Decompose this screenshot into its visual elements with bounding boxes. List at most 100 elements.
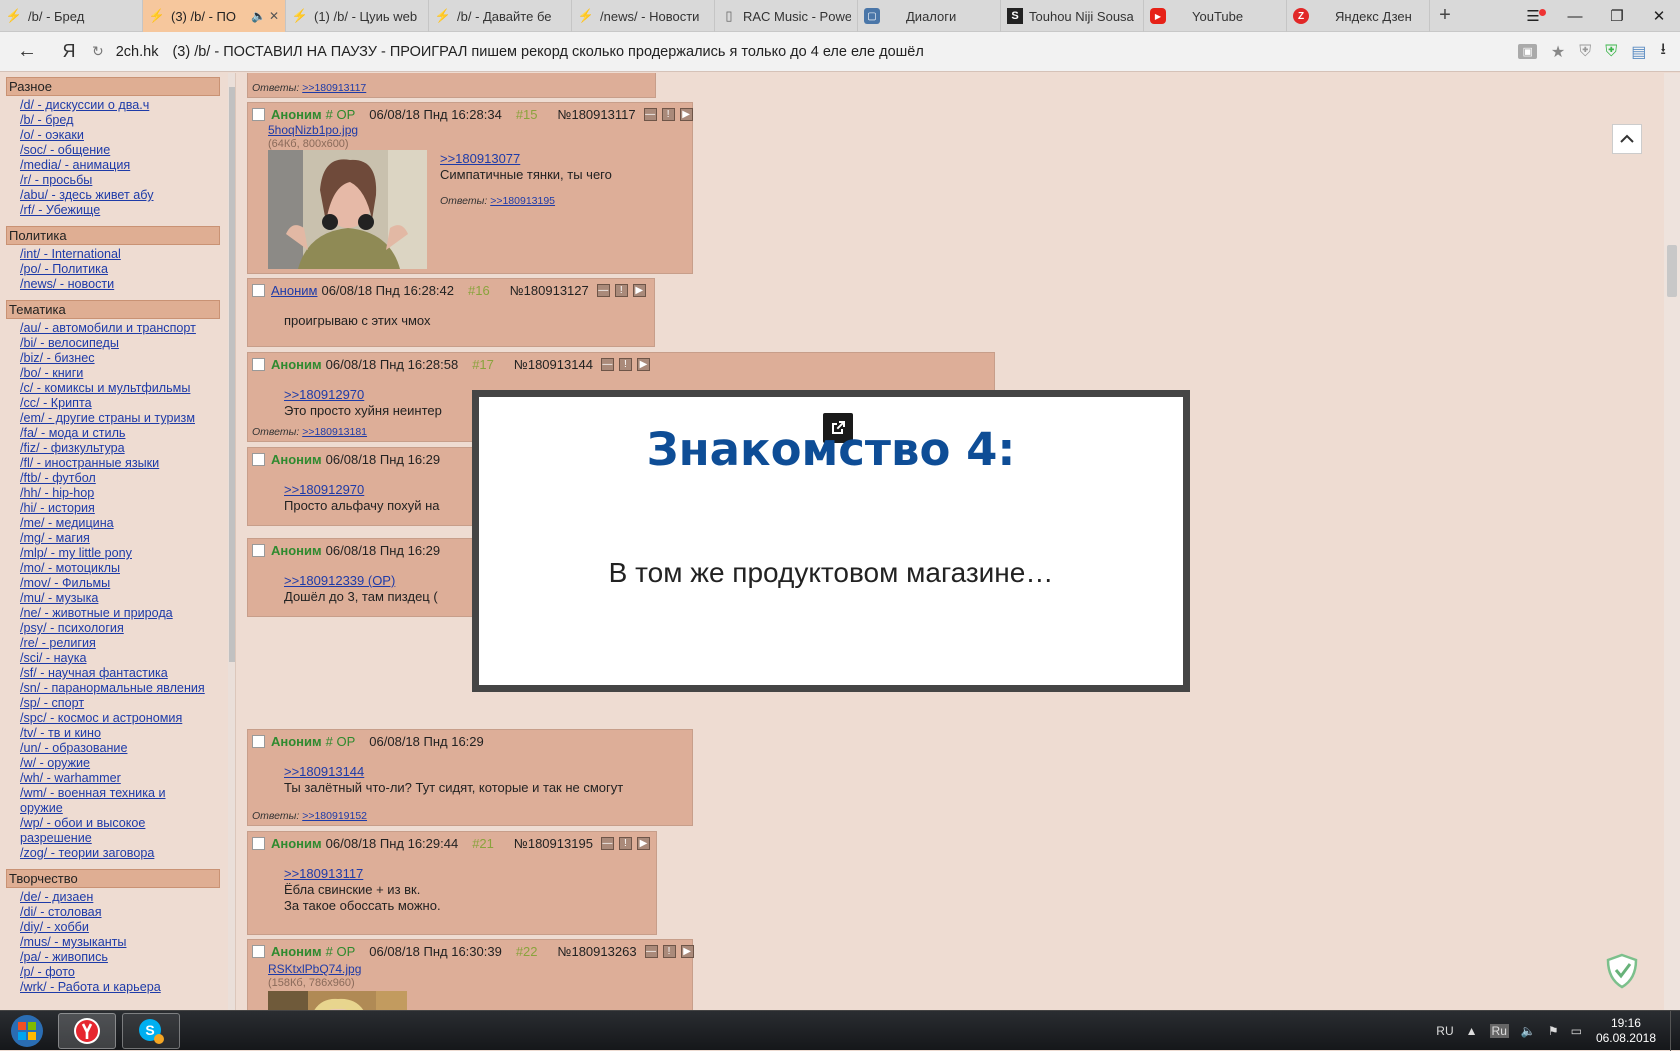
- action-center-icon[interactable]: ▭: [1571, 1024, 1582, 1038]
- sidebar-board-link[interactable]: /bi/ - велосипеды: [20, 336, 220, 351]
- sidebar-board-link[interactable]: /soc/ - общение: [20, 143, 220, 158]
- taskbar-clock[interactable]: 19:16 06.08.2018: [1596, 1016, 1656, 1046]
- sidebar-scrollbar[interactable]: [228, 73, 235, 1010]
- sidebar-board-link[interactable]: /abu/ - здесь живет абу: [20, 188, 220, 203]
- download-icon[interactable]: ⭳: [1660, 38, 1666, 65]
- tab-yandex-zen[interactable]: Z Яндекс Дзен: [1287, 0, 1430, 32]
- sidebar-board-link[interactable]: /w/ - оружие: [20, 756, 220, 771]
- sidebar-board-link[interactable]: /psy/ - психология: [20, 621, 220, 636]
- sidebar-board-link[interactable]: /au/ - автомобили и транспорт: [20, 321, 220, 336]
- report-icon[interactable]: !: [614, 284, 628, 297]
- sidebar-board-link[interactable]: /mg/ - магия: [20, 531, 220, 546]
- tab-news[interactable]: ⚡/news/ - Новости: [572, 0, 715, 32]
- tab-b-bred[interactable]: ⚡/b/ - Бред: [0, 0, 143, 32]
- menu-arrow-icon[interactable]: ▶: [679, 108, 693, 121]
- reply-link[interactable]: >>180913181: [302, 426, 367, 438]
- tab-active-thread[interactable]: ⚡ (3) /b/ - ПО 🔈 ✕: [143, 0, 286, 32]
- menu-arrow-icon[interactable]: ▶: [636, 837, 650, 850]
- page-scroll-thumb[interactable]: [1667, 245, 1677, 297]
- sidebar-board-link[interactable]: /fiz/ - физкультура: [20, 441, 220, 456]
- sidebar-board-link[interactable]: /po/ - Политика: [20, 262, 220, 277]
- network-icon[interactable]: ⚑: [1548, 1024, 1559, 1038]
- report-icon[interactable]: !: [618, 358, 632, 371]
- sidebar-board-link[interactable]: /mlp/ - my little pony: [20, 546, 220, 561]
- sidebar-board-link[interactable]: /sci/ - наука: [20, 651, 220, 666]
- language-indicator[interactable]: RU: [1436, 1024, 1453, 1038]
- sidebar-board-link[interactable]: /ne/ - животные и природа: [20, 606, 220, 621]
- post-id-link[interactable]: №180913127: [510, 283, 589, 298]
- attachment-filename[interactable]: 5hoqNizb1po.jpg: [268, 123, 358, 137]
- post-checkbox[interactable]: [252, 837, 265, 850]
- back-button[interactable]: ←: [0, 40, 54, 63]
- sidebar-board-link[interactable]: /me/ - медицина: [20, 516, 220, 531]
- sidebar-board-link[interactable]: /diy/ - хобби: [20, 920, 220, 935]
- show-desktop-button[interactable]: [1670, 1011, 1680, 1051]
- sidebar-board-link[interactable]: /c/ - комиксы и мультфильмы: [20, 381, 220, 396]
- poster-name[interactable]: Аноним: [271, 283, 317, 298]
- tab-b-davaite[interactable]: ⚡/b/ - Давайте бе: [429, 0, 572, 32]
- sidebar-board-link[interactable]: /bo/ - книги: [20, 366, 220, 381]
- new-tab-button[interactable]: +: [1430, 0, 1460, 31]
- sidebar-board-link[interactable]: /ftb/ - футбол: [20, 471, 220, 486]
- sidebar-board-link[interactable]: /o/ - оэкаки: [20, 128, 220, 143]
- sidebar-board-link[interactable]: /wh/ - warhammer: [20, 771, 220, 786]
- post-image-thumbnail[interactable]: [268, 991, 407, 1010]
- tab-youtube[interactable]: ▶ YouTube: [1144, 0, 1287, 32]
- restore-icon[interactable]: ❐: [1596, 7, 1638, 25]
- quote-link[interactable]: >>180912339 (OP): [284, 573, 438, 589]
- post-id-link[interactable]: №180913263: [558, 944, 637, 959]
- hide-icon[interactable]: —: [643, 108, 657, 121]
- sidebar-board-link[interactable]: /int/ - International: [20, 247, 220, 262]
- taskbar-yandex-browser[interactable]: [58, 1013, 116, 1049]
- quote-link[interactable]: >>180913117: [284, 866, 441, 882]
- sidebar-board-link[interactable]: /sf/ - научная фантастика: [20, 666, 220, 681]
- sidebar-board-link[interactable]: оружие: [20, 801, 220, 816]
- adblock-icon[interactable]: ⛨: [1579, 43, 1591, 61]
- report-icon[interactable]: !: [618, 837, 632, 850]
- sidebar-board-link[interactable]: /fl/ - иностранные языки: [20, 456, 220, 471]
- quote-link[interactable]: >>180912970: [284, 482, 439, 498]
- sidebar-board-link[interactable]: /spc/ - космос и астрономия: [20, 711, 220, 726]
- post-id-link[interactable]: №180913144: [514, 357, 593, 372]
- sidebar-board-link[interactable]: /mu/ - музыка: [20, 591, 220, 606]
- sidebar-board-link[interactable]: /un/ - образование: [20, 741, 220, 756]
- sidebar-board-link[interactable]: /fa/ - мода и стиль: [20, 426, 220, 441]
- post-checkbox[interactable]: [252, 284, 265, 297]
- sidebar-board-link[interactable]: /wp/ - обои и высокое: [20, 816, 220, 831]
- lock-icon[interactable]: ▣: [1518, 44, 1537, 59]
- sidebar-section-title[interactable]: Политика: [6, 226, 220, 245]
- url-field[interactable]: ↻ 2ch.hk (3) /b/ - ПОСТАВИЛ НА ПАУЗУ - П…: [84, 37, 1510, 67]
- attachment-filename[interactable]: RSKtxlPbQ74.jpg: [268, 962, 361, 976]
- sidebar-board-link[interactable]: /di/ - столовая: [20, 905, 220, 920]
- sidebar-board-link[interactable]: /pa/ - живопись: [20, 950, 220, 965]
- yandex-logo-icon[interactable]: Я: [54, 41, 84, 62]
- hide-icon[interactable]: —: [600, 837, 614, 850]
- sidebar-board-link[interactable]: /sp/ - спорт: [20, 696, 220, 711]
- sidebar-board-link[interactable]: /d/ - дискуссии о два.ч: [20, 98, 220, 113]
- post-checkbox[interactable]: [252, 945, 265, 958]
- sidebar-board-link[interactable]: /tv/ - тв и кино: [20, 726, 220, 741]
- sidebar-board-link[interactable]: /zog/ - теории заговора: [20, 846, 220, 861]
- taskbar-skype[interactable]: S: [122, 1013, 180, 1049]
- sidebar-board-link[interactable]: /hi/ - история: [20, 501, 220, 516]
- report-icon[interactable]: !: [661, 108, 675, 121]
- sidebar-board-link[interactable]: разрешение: [20, 831, 220, 846]
- post-id-link[interactable]: №180913117: [558, 107, 636, 122]
- sidebar-board-link[interactable]: /wrk/ - Работа и карьера: [20, 980, 220, 995]
- sidebar-board-link[interactable]: /biz/ - бизнес: [20, 351, 220, 366]
- menu-arrow-icon[interactable]: ▶: [636, 358, 650, 371]
- tab-dialogi[interactable]: ▢ Диалоги: [858, 0, 1001, 32]
- reload-icon[interactable]: ↻: [92, 43, 104, 60]
- scroll-up-button[interactable]: [1612, 124, 1642, 154]
- sidebar-board-link[interactable]: /sn/ - паранормальные явления: [20, 681, 220, 696]
- adguard-shield-icon[interactable]: [1605, 953, 1639, 989]
- post-checkbox[interactable]: [252, 358, 265, 371]
- hide-icon[interactable]: —: [644, 945, 658, 958]
- tab-rac-music[interactable]: ▯ RAC Music - Powe: [715, 0, 858, 32]
- reply-link[interactable]: >>180913195: [490, 195, 555, 207]
- sidebar-board-link[interactable]: /media/ - анимация: [20, 158, 220, 173]
- sidebar-board-link[interactable]: /hh/ - hip-hop: [20, 486, 220, 501]
- report-icon[interactable]: !: [662, 945, 676, 958]
- post-image-thumbnail[interactable]: [268, 150, 427, 269]
- sidebar-board-link[interactable]: /mus/ - музыканты: [20, 935, 220, 950]
